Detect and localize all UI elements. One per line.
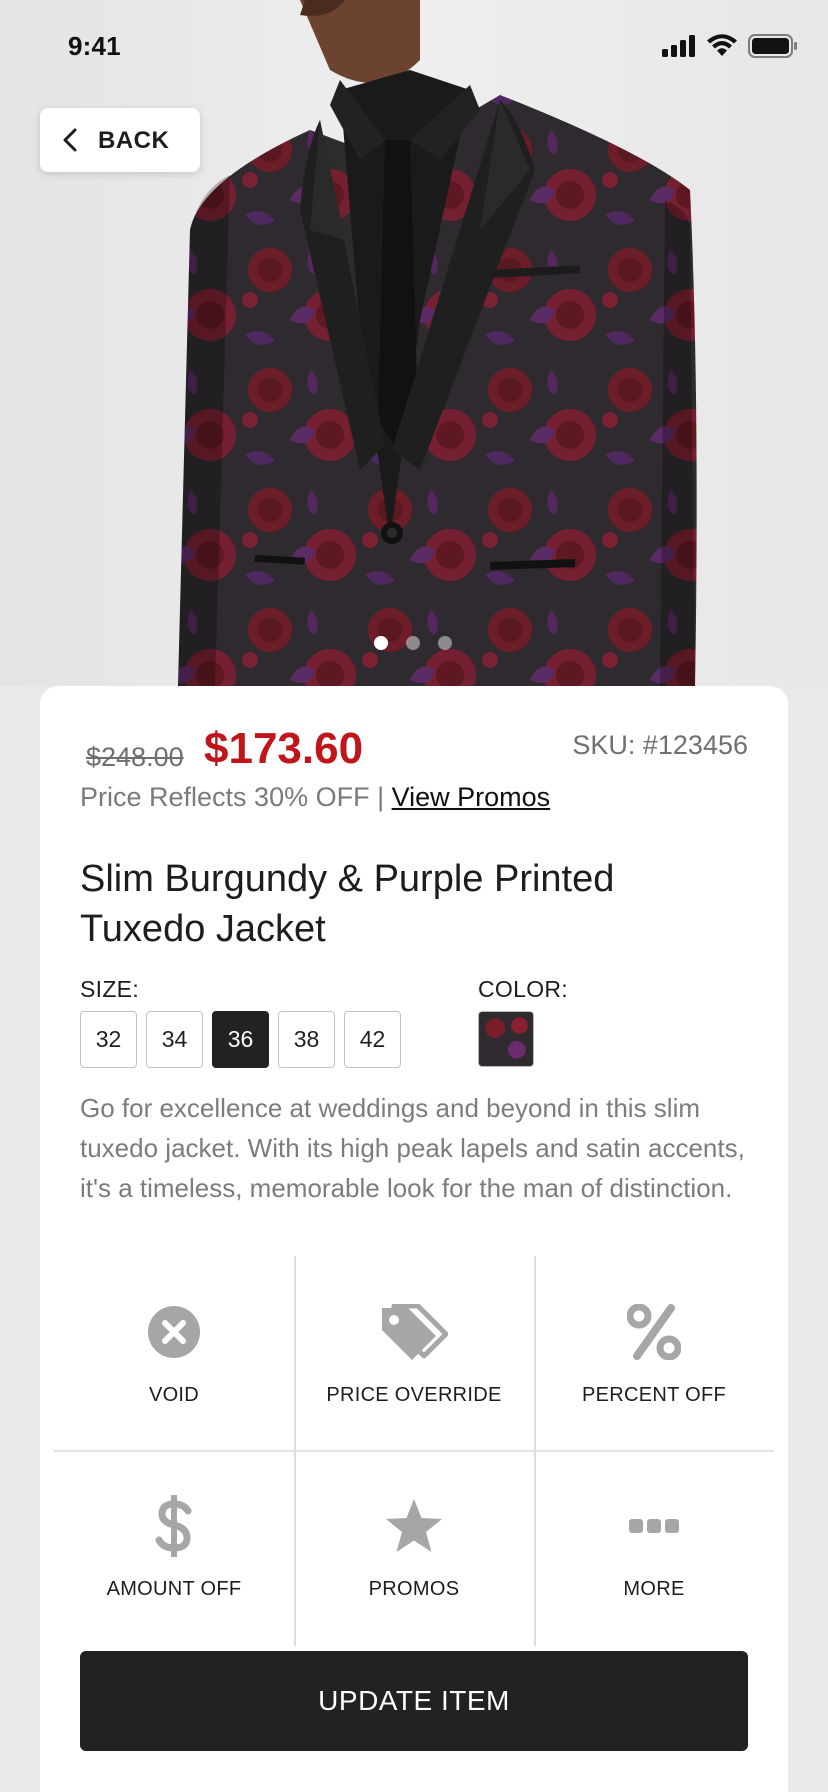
- product-image[interactable]: [0, 0, 828, 686]
- gallery-dot-2[interactable]: [406, 636, 420, 650]
- back-button[interactable]: BACK: [40, 108, 200, 172]
- price-override-action-button[interactable]: PRICE OVERRIDE: [294, 1256, 534, 1436]
- amount-off-action-button[interactable]: AMOUNT OFF: [54, 1450, 294, 1630]
- color-swatch[interactable]: [478, 1011, 534, 1067]
- gallery-dot-3[interactable]: [438, 636, 452, 650]
- size-option-42[interactable]: 42: [344, 1011, 401, 1068]
- update-item-button[interactable]: UPDATE ITEM: [80, 1651, 748, 1751]
- size-label: SIZE:: [80, 976, 140, 1002]
- more-action-button[interactable]: MORE: [534, 1450, 774, 1630]
- status-time: 9:41: [68, 31, 121, 61]
- tuxedo-jacket-photo: [178, 0, 697, 686]
- size-option-32[interactable]: 32: [80, 1011, 137, 1068]
- battery-icon: [748, 34, 797, 58]
- star-icon: [386, 1499, 442, 1552]
- percent-off-action-button[interactable]: PERCENT OFF: [534, 1256, 774, 1436]
- sale-price: $173.60: [204, 724, 364, 773]
- price-tag-icon: [382, 1304, 448, 1360]
- back-label: BACK: [98, 127, 170, 154]
- size-option-36[interactable]: 36: [212, 1011, 269, 1068]
- discount-line: Price Reflects 30% OFF | View Promos: [80, 782, 550, 813]
- size-selector: 32 34 36 38 42: [80, 1011, 401, 1068]
- status-icons: [662, 34, 798, 58]
- sku-label: SKU: #123456: [572, 730, 748, 760]
- product-title: Slim Burgundy & Purple Printed Tuxedo Ja…: [80, 858, 615, 950]
- product-description: Go for excellence at weddings and beyond…: [80, 1093, 745, 1203]
- promos-label: PROMOS: [368, 1578, 460, 1600]
- promos-action-button[interactable]: PROMOS: [294, 1450, 534, 1630]
- void-label: VOID: [148, 1384, 200, 1406]
- color-label: COLOR:: [478, 976, 568, 1002]
- more-dots-icon: [629, 1519, 679, 1533]
- amount-off-label: AMOUNT OFF: [106, 1578, 242, 1600]
- gallery-pagination[interactable]: [374, 636, 452, 650]
- action-grid: VOID PRICE OVERRIDE PERCENT OFF AMOUNT O…: [54, 1256, 774, 1646]
- size-option-34[interactable]: 34: [146, 1011, 203, 1068]
- void-action-button[interactable]: VOID: [54, 1256, 294, 1436]
- view-promos-link[interactable]: View Promos: [392, 782, 551, 812]
- cellular-signal-icon: [662, 35, 695, 57]
- chevron-left-icon: [63, 128, 77, 152]
- void-x-circle-icon: [148, 1306, 200, 1358]
- gallery-dot-1[interactable]: [374, 636, 388, 650]
- original-price: $248.00: [86, 742, 184, 772]
- discount-text: Price Reflects 30% OFF |: [80, 782, 385, 812]
- size-option-38[interactable]: 38: [278, 1011, 335, 1068]
- status-bar: 9:41: [0, 0, 828, 90]
- percent-icon: [627, 1304, 681, 1360]
- wifi-icon: [707, 34, 737, 56]
- price-override-label: PRICE OVERRIDE: [326, 1384, 502, 1406]
- percent-off-label: PERCENT OFF: [581, 1384, 727, 1406]
- dollar-icon: [155, 1495, 192, 1557]
- product-details-card: $248.00 $173.60 SKU: #123456 Price Refle…: [40, 686, 788, 1792]
- more-label: MORE: [623, 1578, 685, 1600]
